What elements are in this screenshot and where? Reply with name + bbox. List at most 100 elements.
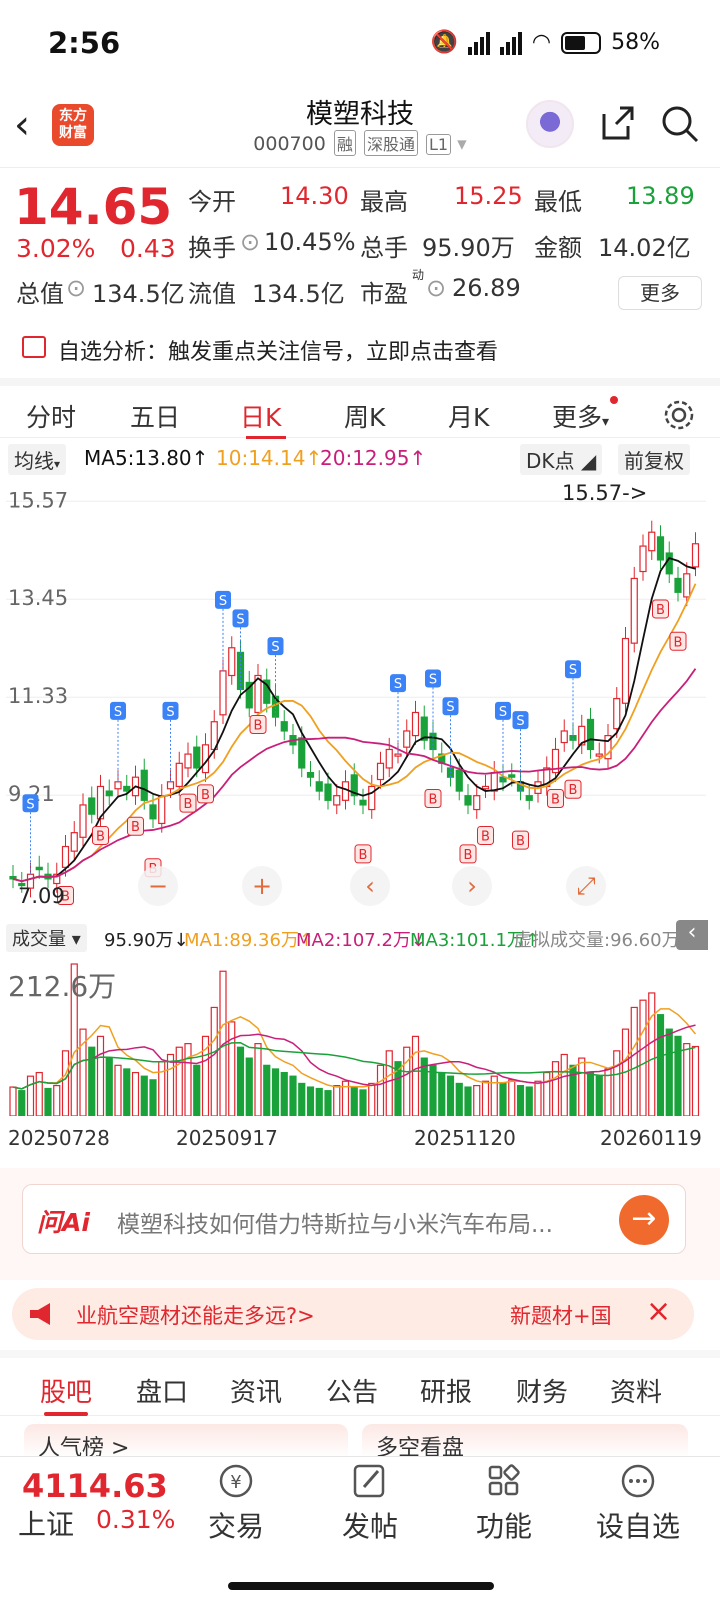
ma10-value: 10:14.14↑ [216,446,323,470]
candle-body [595,753,603,757]
search-icon[interactable] [660,104,700,144]
tab-forum[interactable]: 股吧 [40,1372,92,1409]
bull-bear-card[interactable]: 多空看盘 [362,1424,688,1461]
ai-question-box[interactable]: 问Ai 模塑科技如何借力特斯拉与小米汽车布局... → [22,1184,686,1254]
price-adjust-selector[interactable]: 前复权 [618,444,690,475]
sell-signal-label: S [569,663,577,678]
battery-level: 58% [611,30,660,55]
ma-selector[interactable]: 均线▾ [8,444,67,475]
tab-weekly-k[interactable]: 周K [344,398,385,434]
chevron-right-icon[interactable]: › [467,872,477,900]
buy-signal-label: B [516,834,525,849]
volume-bar [674,1035,682,1116]
active-subtab-indicator [44,1412,88,1416]
gear-icon[interactable] [662,398,696,432]
buy-signal-label: B [254,719,263,734]
nav-functions[interactable]: 功能 [454,1461,554,1545]
candle-body [403,730,411,748]
info-icon[interactable]: ⊙ [426,274,446,302]
tab-announcements[interactable]: 公告 [326,1372,378,1409]
nav-trade[interactable]: ¥ 交易 [186,1461,286,1545]
volume-legend: 成交量 ▾ 95.90万↓ MA1:89.36万↑ MA2:107.2万↓ MA… [0,920,720,952]
volume-bar [359,1089,367,1116]
chart-icon [22,336,46,358]
high-stat: 最高 [360,188,408,216]
date-axis: 20250728 20250917 20251120 20260119 [0,1124,720,1154]
battery-icon [561,31,602,54]
volume-bar [569,1064,577,1116]
tab-research[interactable]: 研报 [420,1372,472,1409]
buy-signal-label: B [674,635,683,650]
volume-bar [315,1087,323,1116]
assistant-avatar[interactable] [526,100,574,148]
notification-dot [610,396,618,404]
volume-bar [525,1086,533,1116]
buy-signal-label: B [201,788,210,803]
volume-bar [665,1028,673,1116]
share-icon[interactable] [598,104,636,142]
high-price-marker: 15.57-> [562,481,647,505]
volume-bar [691,1045,700,1116]
dk-point-selector[interactable]: DK点 ◢ [520,444,603,475]
sell-signal-label: S [114,705,122,720]
volume-bar [298,1082,306,1116]
volume-selector[interactable]: 成交量 ▾ [6,924,87,952]
chevron-left-icon[interactable]: ‹ [365,872,375,900]
volume-bar [630,1006,638,1116]
minus-icon[interactable]: − [148,872,168,900]
volume-bar [228,1021,236,1116]
candle-body [123,785,131,792]
plus-icon[interactable]: + [252,872,272,900]
volume-bar [53,1085,61,1116]
volume-bar [499,1082,507,1116]
volume-bar [639,999,647,1116]
candle-body [228,647,236,677]
analysis-text: 自选分析：触发重点关注信号，立即点击查看 [58,340,499,365]
candle-body [149,804,157,820]
volume-bar [131,1071,140,1116]
tab-finance[interactable]: 财务 [516,1372,568,1409]
tab-news[interactable]: 资讯 [230,1372,282,1409]
index-value[interactable]: 4114.63 [22,1467,168,1505]
more-button[interactable]: 更多 [618,276,702,310]
volume-bar [683,1043,691,1116]
arrow-right-icon[interactable]: → [619,1195,669,1245]
tab-orderbook[interactable]: 盘口 [136,1372,188,1409]
tab-5day[interactable]: 五日 [130,398,180,434]
buy-signal-label: B [656,603,665,618]
nav-add-watchlist[interactable]: 设自选 [588,1461,688,1545]
tab-more[interactable]: 更多▾ [552,398,609,434]
buy-signal-label: B [184,797,193,812]
info-icon[interactable]: ⊙ [66,274,86,302]
volume-bar [551,1061,560,1116]
volume-bar [306,1086,315,1116]
buy-signal-label: B [481,829,490,844]
info-icon[interactable]: ⊙ [240,228,260,256]
volume-bar [578,1057,586,1116]
nav-post[interactable]: 发帖 [320,1461,420,1545]
pe-stat: 市盈 [360,280,408,308]
tab-profile[interactable]: 资料 [610,1372,662,1409]
sell-signal-label: S [219,594,227,609]
news-banner[interactable]: 业航空题材还能走多远?> 新题材+国 × [12,1288,694,1340]
close-icon[interactable]: × [646,1294,671,1329]
candle-body [88,797,96,815]
candle-body [394,753,402,757]
volume-bar [96,1035,105,1116]
ma5-value: MA5:13.80↑ [84,446,209,470]
candlestick-chart[interactable]: 15.5713.4511.339.21BBBBBBBBBBBBBBBBBSSSS… [6,476,706,912]
popularity-card[interactable]: 人气榜 > [24,1424,348,1461]
volume-bar [175,1046,183,1116]
tab-monthly-k[interactable]: 月K [448,398,489,434]
tab-daily-k[interactable]: 日K [240,398,281,434]
amount-value: 14.02亿 [598,234,691,262]
candle-body [481,785,490,790]
expand-icon[interactable]: ⤢ [576,872,595,900]
collapse-arrow-icon[interactable]: ‹ [676,920,708,950]
ai-question-section: 问Ai 模塑科技如何借力特斯拉与小米汽车布局... → [0,1168,720,1280]
watchlist-analysis-bar[interactable]: 自选分析：触发重点关注信号，立即点击查看 [0,330,720,374]
candle-body [333,795,341,806]
tab-intraday[interactable]: 分时 [26,398,76,434]
ma20-value: 20:12.95↑ [320,446,427,470]
yen-icon: ¥ [219,1464,253,1498]
